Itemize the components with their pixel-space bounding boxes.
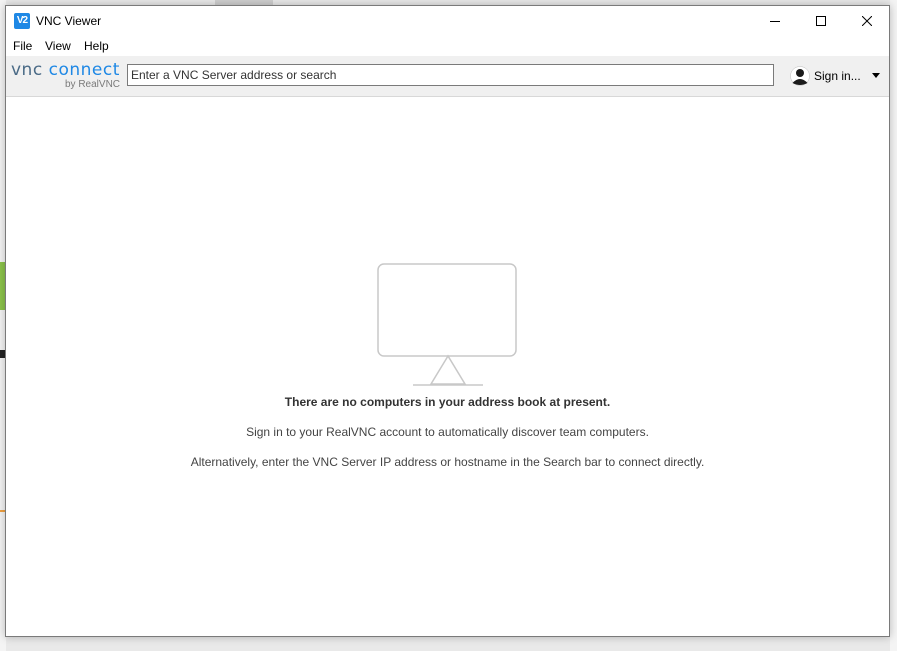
minimize-button[interactable] (752, 6, 798, 36)
search-input[interactable] (127, 64, 774, 86)
sign-in-button[interactable]: Sign in... (790, 66, 884, 86)
maximize-button[interactable] (798, 6, 844, 36)
menu-file[interactable]: File (13, 39, 32, 53)
menu-view[interactable]: View (45, 39, 71, 53)
empty-state-search-hint: Alternatively, enter the VNC Server IP a… (190, 455, 705, 469)
logo-byline: by RealVNC (65, 79, 121, 90)
chevron-down-icon (872, 73, 880, 78)
maximize-icon (816, 16, 826, 26)
address-book-area: There are no computers in your address b… (6, 97, 889, 636)
vnc-app-icon: V2 (14, 13, 30, 29)
vnc-connect-logo: vnc connect by RealVNC (11, 60, 123, 92)
user-avatar-icon (790, 66, 810, 86)
title-bar[interactable]: V2 VNC Viewer (6, 6, 889, 36)
close-icon (862, 16, 872, 26)
monitor-icon (377, 263, 517, 386)
vnc-viewer-window: V2 VNC Viewer File View Help vnc connect… (5, 5, 890, 637)
background-desktop-right (890, 0, 897, 651)
toolbar: vnc connect by RealVNC Sign in... (6, 56, 889, 97)
close-button[interactable] (844, 6, 890, 36)
menu-bar: File View Help (6, 36, 889, 56)
minimize-icon (770, 21, 780, 22)
logo-wordmark: vnc connect (11, 60, 120, 80)
window-title: VNC Viewer (36, 14, 102, 28)
empty-state-heading: There are no computers in your address b… (284, 395, 611, 409)
empty-state-signin-hint: Sign in to your RealVNC account to autom… (246, 425, 649, 439)
sign-in-label: Sign in... (814, 69, 861, 83)
menu-help[interactable]: Help (84, 39, 109, 53)
